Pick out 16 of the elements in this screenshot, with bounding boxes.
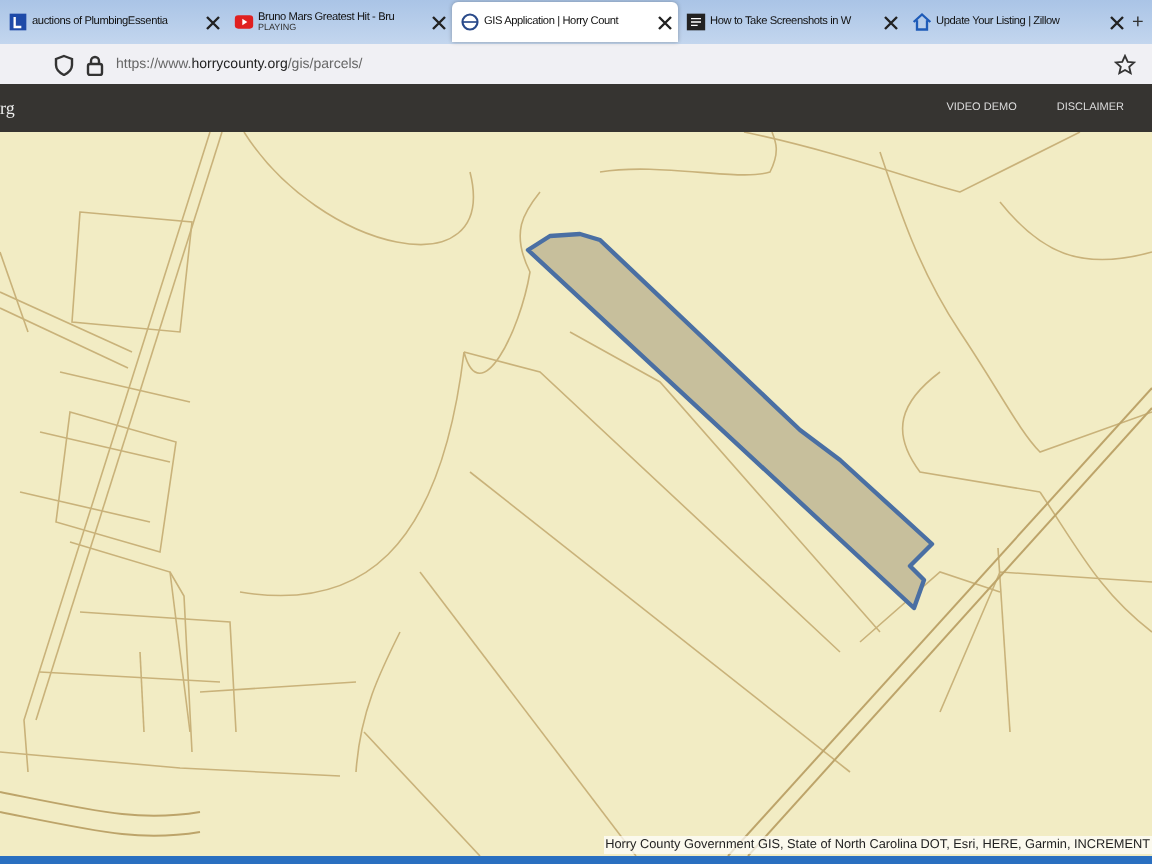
house-icon [912, 12, 932, 32]
close-icon[interactable] [1110, 15, 1124, 29]
play-logo-icon [234, 12, 254, 32]
square-logo-icon [686, 12, 706, 32]
shield-icon [54, 53, 74, 75]
new-tab-button[interactable]: + [1130, 11, 1144, 33]
site-logo-text[interactable]: rg [0, 98, 15, 118]
close-icon[interactable] [432, 15, 446, 29]
close-icon[interactable] [206, 15, 220, 29]
lock-icon [86, 53, 104, 75]
globe-icon [460, 12, 480, 32]
square-logo-icon [8, 12, 28, 32]
close-icon[interactable] [658, 15, 672, 29]
parcel-highlight[interactable] [525, 231, 935, 611]
star-icon[interactable] [1114, 53, 1136, 75]
close-icon[interactable] [884, 15, 898, 29]
